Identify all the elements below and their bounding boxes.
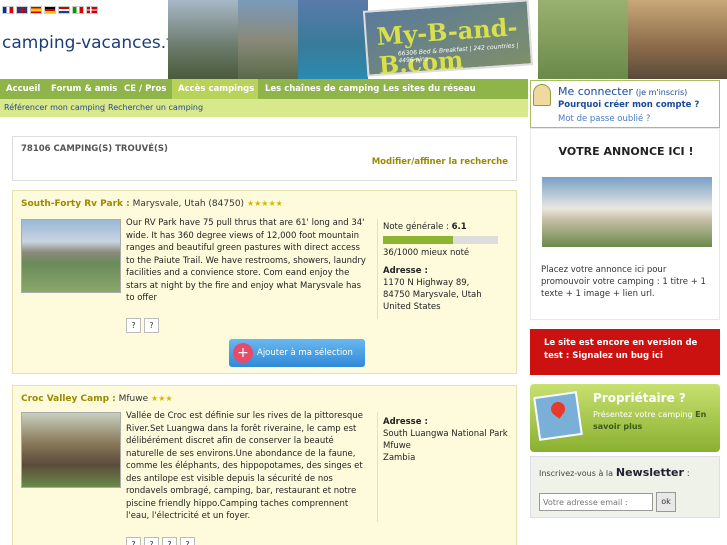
question-button[interactable]: ? (144, 537, 159, 545)
camping-name[interactable]: South-Forty Rv Park : (21, 199, 130, 209)
header: camping-vacances.fr My-B-and-B.com 66306… (0, 0, 727, 79)
camping-card-2: Croc Valley Camp : Mfuwe ★★★ Vallée de C… (12, 385, 517, 545)
modify-search-link[interactable]: Modifier/affiner la recherche (372, 157, 508, 167)
nav-acces-campings[interactable]: Accès campings (172, 79, 258, 99)
subnav-rechercher[interactable]: Rechercher un camping (108, 99, 203, 117)
camping-location: Marysvale, Utah (84750) (132, 199, 245, 209)
owner-title: Propriétaire ? (593, 391, 686, 405)
login-link[interactable]: Me connecter (558, 85, 633, 98)
newsletter-box: Inscrivez-vous à la Newsletter : ok (530, 456, 720, 518)
address-line: Mfuwe (383, 441, 411, 451)
newsletter-title: Newsletter (615, 466, 684, 479)
question-buttons: ???? (126, 537, 198, 545)
flag-es-icon[interactable] (30, 6, 42, 14)
address-line: South Luangwa National Park (383, 429, 508, 439)
my-b-and-b-banner[interactable]: My-B-and-B.com 66306 Bed & Breakfast | 2… (362, 0, 534, 79)
rating-bar (383, 236, 498, 244)
owner-text-label: Présentez votre camping (593, 410, 693, 419)
star-rating-icon: ★★★ (151, 394, 173, 403)
user-icon (533, 84, 551, 106)
map-pin-icon (533, 391, 583, 441)
newsletter-heading: Inscrivez-vous à la Newsletter : (539, 466, 690, 479)
question-button[interactable]: ? (126, 318, 141, 333)
ad-box: VOTRE ANNONCE ICI ! Placez votre annonce… (530, 128, 720, 320)
address-line: Zambia (383, 453, 416, 463)
address-line: 84750 Marysvale, Utah (383, 290, 482, 300)
flag-it-icon[interactable] (72, 6, 84, 14)
divider (377, 219, 378, 319)
camping-info: Note générale : 6.1 36/1000 mieux noté A… (383, 221, 513, 313)
rating-value: 6.1 (451, 222, 467, 232)
rating-bar-fill (383, 236, 454, 244)
add-button-label: Ajouter à ma sélection (257, 348, 353, 358)
login-line: Me connecter (je m'inscris) (558, 85, 687, 98)
owner-box[interactable]: Propriétaire ? Présentez votre camping E… (530, 384, 720, 452)
address-line: 1170 N Highway 89, (383, 278, 470, 288)
forgot-password-link[interactable]: Mot de passe oublié ? (558, 114, 650, 124)
header-banner: My-B-and-B.com 66306 Bed & Breakfast | 2… (168, 0, 727, 79)
nav-ce-pros[interactable]: CE / Pros (118, 79, 172, 99)
address-label: Adresse : (383, 417, 428, 427)
nav-forum-amis[interactable]: Forum & amis (45, 79, 123, 99)
nav-chaines-camping[interactable]: Les chaînes de camping (259, 79, 385, 99)
site-logo[interactable]: camping-vacances.fr (2, 33, 179, 53)
address-line: United States (383, 302, 441, 312)
why-account-link[interactable]: Pourquoi créer mon compte ? (558, 100, 699, 110)
camping-card-1: South-Forty Rv Park : Marysvale, Utah (8… (12, 190, 517, 374)
camping-photo[interactable] (21, 219, 121, 293)
star-rating-icon: ★★★★★ (246, 199, 283, 208)
ad-image[interactable] (542, 177, 712, 247)
camping-location: Mfuwe (118, 394, 149, 404)
question-button[interactable]: ? (180, 537, 195, 545)
rating-label: Note générale : (383, 222, 449, 232)
flag-nl-icon[interactable] (58, 6, 70, 14)
question-button[interactable]: ? (126, 537, 141, 545)
camping-description: Vallée de Croc est définie sur les rives… (126, 411, 363, 521)
camping-info: Adresse : South Luangwa National Park Mf… (383, 416, 513, 464)
flag-fr-icon[interactable] (2, 6, 14, 14)
newsletter-email-input[interactable] (539, 493, 653, 511)
banner-photo-garden (538, 0, 628, 79)
subnav-referencer[interactable]: Référencer mon camping (4, 99, 105, 117)
main-nav: Accueil Forum & amis CE / Pros Accès cam… (0, 79, 528, 99)
ad-text: Placez votre annonce ici pour promouvoir… (541, 265, 706, 299)
banner-photo-terrace (628, 0, 727, 79)
rank-text: 36/1000 mieux noté (383, 248, 470, 258)
add-to-selection-button[interactable]: + Ajouter à ma sélection (229, 339, 365, 367)
camping-photo[interactable] (21, 412, 121, 488)
flag-uk-icon[interactable] (16, 6, 28, 14)
divider (377, 412, 378, 522)
language-flags (2, 6, 98, 14)
question-button[interactable]: ? (162, 537, 177, 545)
banner-photo-pool (298, 0, 368, 79)
address-label: Adresse : (383, 266, 428, 276)
camping-name[interactable]: Croc Valley Camp : (21, 394, 116, 404)
rating-line: Note générale : 6.1 (383, 221, 513, 233)
question-button[interactable]: ? (144, 318, 159, 333)
owner-text: Présentez votre camping En savoir plus (593, 409, 718, 433)
register-link[interactable]: (je m'inscris) (636, 88, 687, 97)
camping-card-title: Croc Valley Camp : Mfuwe ★★★ (21, 394, 173, 404)
nav-sites-reseau[interactable]: Les sites du réseau (377, 79, 482, 99)
banner-photo-castle (168, 0, 238, 79)
flag-de-icon[interactable] (44, 6, 56, 14)
newsletter-prefix: Inscrivez-vous à la (539, 469, 614, 478)
sub-nav: Référencer mon camping | Rechercher un c… (0, 99, 528, 117)
login-box: Me connecter (je m'inscris) Pourquoi cré… (530, 80, 720, 128)
beta-notice[interactable]: Le site est encore en version de test : … (530, 329, 720, 375)
camping-description: Our RV Park have 75 pull thrus that are … (126, 218, 366, 303)
sidebar: VOTRE ANNONCE ICI ! Placez votre annonce… (530, 128, 727, 545)
nav-accueil[interactable]: Accueil (0, 79, 46, 99)
ad-title: VOTRE ANNONCE ICI ! (558, 145, 694, 158)
banner-photo-manor (238, 0, 298, 79)
results-count: 78106 CAMPING(S) TROUVÉ(S) (21, 144, 168, 154)
newsletter-ok-button[interactable]: ok (656, 492, 676, 512)
newsletter-suffix: : (686, 469, 690, 479)
camping-card-title: South-Forty Rv Park : Marysvale, Utah (8… (21, 199, 283, 209)
results-summary: 78106 CAMPING(S) TROUVÉ(S) Modifier/affi… (12, 136, 517, 181)
heart-plus-icon: + (233, 343, 253, 363)
flag-dk-icon[interactable] (86, 6, 98, 14)
question-buttons: ?? (126, 318, 162, 333)
subnav-separator: | (103, 103, 106, 112)
